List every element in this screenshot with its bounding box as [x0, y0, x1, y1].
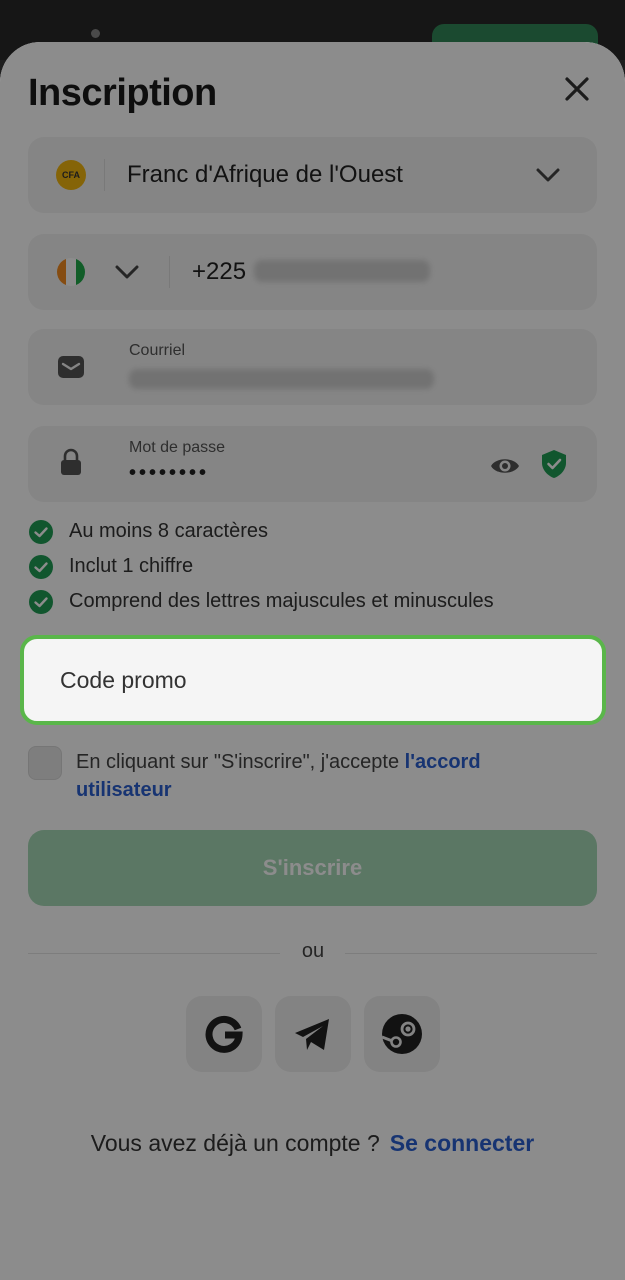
divider-line [345, 953, 597, 954]
telegram-button[interactable] [275, 996, 351, 1072]
steam-button[interactable] [364, 996, 440, 1072]
promo-code-field[interactable] [20, 635, 606, 725]
telegram-icon [295, 1019, 329, 1050]
currency-label: Franc d'Afrique de l'Ouest [127, 161, 403, 188]
check-circle-icon [29, 554, 53, 579]
terms-text: En cliquant sur "S'inscrire", j'accepte … [76, 748, 576, 804]
divider [104, 159, 105, 191]
rule-item: Inclut 1 chiffre [28, 549, 494, 584]
phone-code: +225 [192, 258, 247, 285]
password-value[interactable]: •••••••• [129, 462, 209, 485]
password-field[interactable]: Mot de passe •••••••• [28, 426, 597, 502]
shield-check-icon [542, 450, 566, 478]
chevron-down-icon [536, 168, 560, 182]
flag-icon [57, 258, 85, 286]
signin-link[interactable]: Se connecter [390, 1130, 534, 1156]
google-icon [205, 1015, 243, 1053]
divider [169, 256, 170, 288]
rule-text: Comprend des lettres majuscules et minus… [69, 590, 494, 612]
page-title: Inscription [28, 72, 217, 114]
steam-icon [381, 1014, 422, 1054]
password-label: Mot de passe [129, 439, 226, 456]
rule-item: Au moins 8 caractères [28, 514, 494, 549]
lock-icon [61, 448, 81, 475]
or-label: ou [301, 940, 325, 962]
rule-item: Comprend des lettres majuscules et minus… [28, 584, 494, 619]
signup-sheet: Inscription CFA Franc d'Afrique de l'Oue… [0, 42, 625, 1280]
signup-button[interactable]: S'inscrire [28, 830, 597, 906]
google-button[interactable] [186, 996, 262, 1072]
close-icon[interactable] [560, 72, 594, 106]
signin-question: Vous avez déjà un compte ? [90, 1130, 380, 1156]
rule-text: Inclut 1 chiffre [69, 555, 194, 577]
phone-field[interactable]: +225 [28, 234, 597, 310]
rule-text: Au moins 8 caractères [69, 520, 268, 542]
check-circle-icon [29, 519, 53, 544]
currency-select[interactable]: CFA Franc d'Afrique de l'Ouest [28, 137, 597, 213]
currency-badge: CFA [56, 160, 86, 190]
email-value-redacted[interactable] [129, 369, 434, 389]
email-field[interactable]: Courriel [28, 329, 597, 405]
terms-checkbox[interactable] [28, 746, 62, 780]
password-rules: Au moins 8 caractères Inclut 1 chiffre C… [28, 514, 494, 619]
check-circle-icon [29, 589, 53, 614]
email-label: Courriel [129, 342, 186, 359]
terms-label: En cliquant sur "S'inscrire", j'accepte [76, 751, 405, 773]
mail-icon [58, 356, 84, 378]
camera-dot [91, 29, 100, 38]
divider-line [28, 953, 280, 954]
signin-row: Vous avez déjà un compte ? Se connecter [0, 1130, 625, 1157]
promo-code-input[interactable] [28, 643, 598, 717]
phone-number-redacted[interactable] [254, 260, 430, 282]
chevron-down-icon[interactable] [112, 257, 142, 287]
eye-icon[interactable] [489, 450, 521, 482]
or-divider: ou [28, 938, 597, 968]
